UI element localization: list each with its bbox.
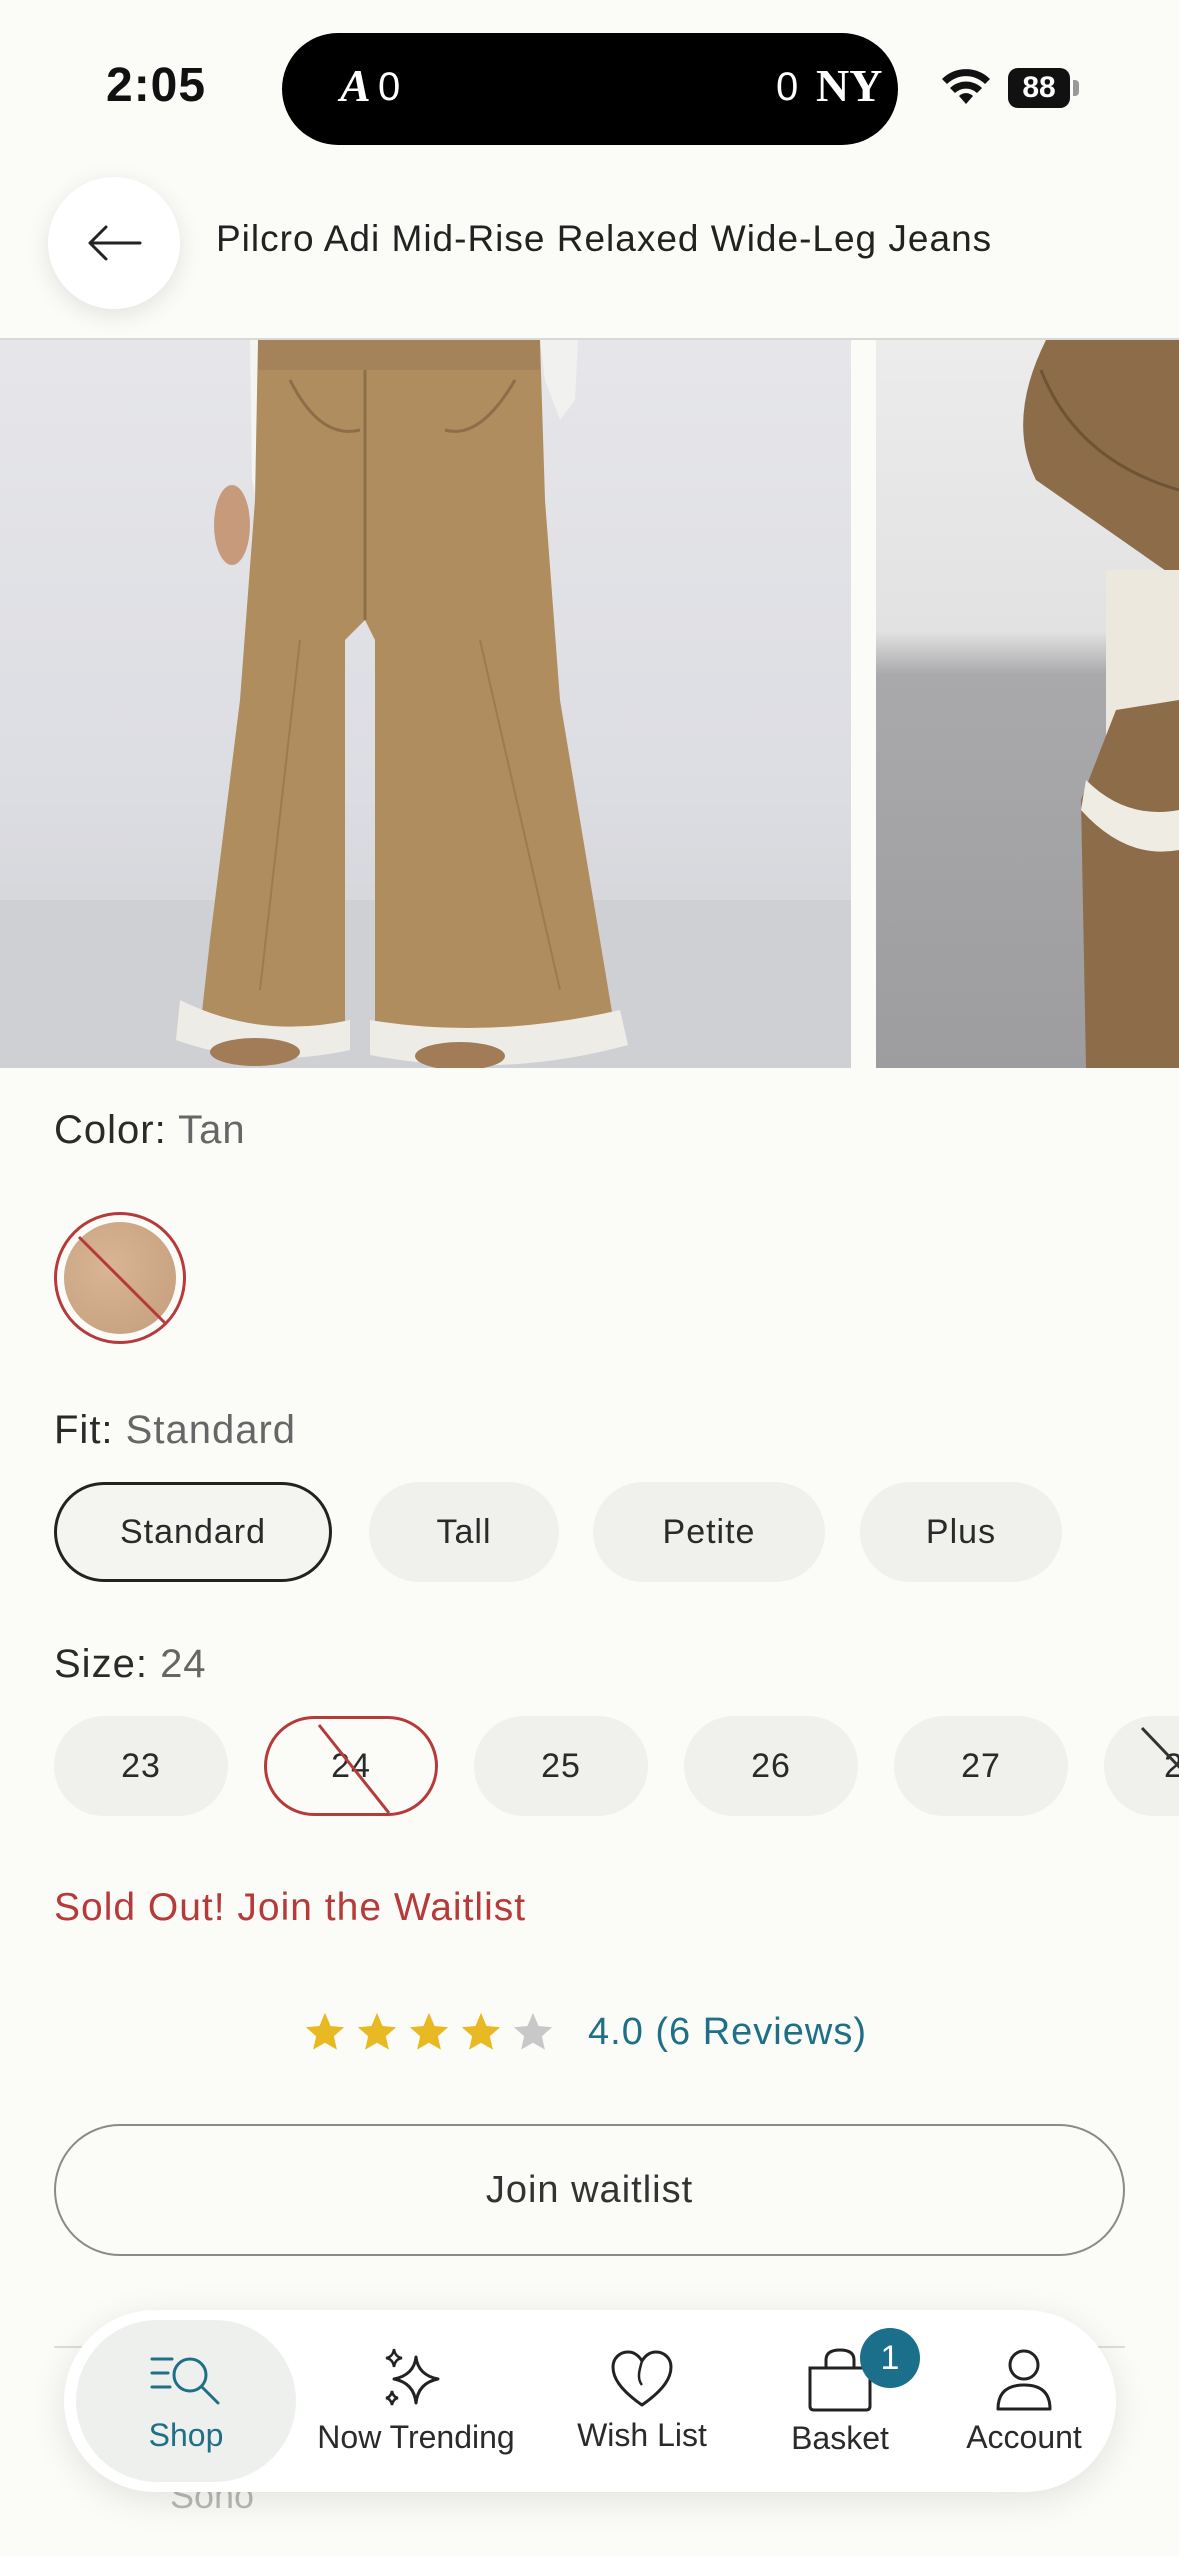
- color-value: Tan: [178, 1108, 246, 1152]
- jeans-side-image: [1023, 340, 1179, 1068]
- unavailable-slash-icon: [77, 1235, 169, 1327]
- bottom-tab-bar: Shop Now Trending Wish List Basket 1 Acc…: [64, 2310, 1116, 2492]
- tab-now-trending[interactable]: Now Trending: [300, 2310, 532, 2492]
- status-bar: 2:05 A 0 0 NY 88: [0, 0, 1179, 170]
- fit-option-tall[interactable]: Tall: [369, 1482, 559, 1582]
- product-photo-front[interactable]: [0, 340, 851, 1068]
- tab-label: Wish List: [577, 2416, 707, 2453]
- sparkles-icon: [385, 2348, 440, 2405]
- tab-account[interactable]: Account: [934, 2310, 1114, 2492]
- sold-out-message: Sold Out! Join the Waitlist: [54, 1886, 527, 1929]
- battery-tip: [1073, 80, 1079, 96]
- color-label: Color:: [54, 1108, 167, 1152]
- wifi-icon: [942, 69, 990, 104]
- tab-shop[interactable]: Shop: [76, 2320, 296, 2482]
- tab-label: Shop: [148, 2416, 224, 2453]
- heart-icon: [611, 2350, 673, 2406]
- size-option-26[interactable]: 26: [684, 1716, 858, 1816]
- person-icon: [996, 2349, 1052, 2410]
- fit-option-petite[interactable]: Petite: [593, 1482, 825, 1582]
- size-option-28[interactable]: 28: [1104, 1716, 1179, 1816]
- fit-option-plus[interactable]: Plus: [860, 1482, 1062, 1582]
- product-header: Pilcro Adi Mid-Rise Relaxed Wide-Leg Jea…: [0, 170, 1179, 340]
- fit-option-standard[interactable]: Standard: [54, 1482, 332, 1582]
- sold-out-slash-icon: [1140, 1726, 1179, 1769]
- color-label-row: Color: Tan: [54, 1108, 246, 1153]
- star-icon: [461, 2012, 501, 2050]
- star-icon: [409, 2012, 449, 2050]
- jeans-front-image: [0, 340, 851, 1068]
- basket-count-badge: 1: [860, 2328, 920, 2388]
- star-empty-icon: [513, 2012, 553, 2050]
- color-swatch-tan[interactable]: [54, 1212, 186, 1344]
- live-activity-island[interactable]: A 0 0 NY: [282, 33, 898, 145]
- star-icon: [357, 2012, 397, 2050]
- tab-label: Basket: [791, 2419, 889, 2456]
- star-icon: [305, 2012, 345, 2050]
- product-image-gallery[interactable]: [0, 340, 1179, 1068]
- fit-value: Standard: [125, 1408, 297, 1452]
- braves-logo-icon: A: [340, 60, 371, 111]
- right-score: 0: [776, 65, 799, 109]
- product-photo-side[interactable]: [876, 340, 1179, 1068]
- arrow-left-icon: [88, 225, 142, 261]
- sold-out-slash-icon: [317, 1724, 391, 1813]
- tab-wish-list[interactable]: Wish List: [542, 2310, 742, 2492]
- size-option-25[interactable]: 25: [474, 1716, 648, 1816]
- battery-icon: 88: [1008, 68, 1070, 108]
- fit-label-row: Fit: Standard: [54, 1408, 296, 1453]
- size-label-row: Size: 24: [54, 1642, 207, 1687]
- reviews-link[interactable]: 4.0 (6 Reviews): [588, 2011, 867, 2054]
- page-title: Pilcro Adi Mid-Rise Relaxed Wide-Leg Jea…: [216, 218, 993, 259]
- left-score: 0: [378, 65, 401, 109]
- tab-label: Account: [966, 2418, 1082, 2455]
- size-label: Size:: [54, 1642, 148, 1686]
- size-value: 24: [160, 1642, 207, 1686]
- join-waitlist-button[interactable]: Join waitlist: [54, 2124, 1125, 2256]
- fit-label: Fit:: [54, 1408, 114, 1452]
- tab-label: Now Trending: [317, 2418, 515, 2455]
- size-option-23[interactable]: 23: [54, 1716, 228, 1816]
- size-option-24[interactable]: 24: [264, 1716, 438, 1816]
- size-option-27[interactable]: 27: [894, 1716, 1068, 1816]
- back-button[interactable]: [48, 177, 180, 309]
- status-time: 2:05: [106, 59, 207, 112]
- tab-basket[interactable]: Basket 1: [750, 2310, 930, 2492]
- yankees-logo-icon: NY: [816, 60, 883, 111]
- rating-row[interactable]: 4.0 (6 Reviews): [302, 2004, 867, 2060]
- shop-search-icon: [150, 2357, 220, 2404]
